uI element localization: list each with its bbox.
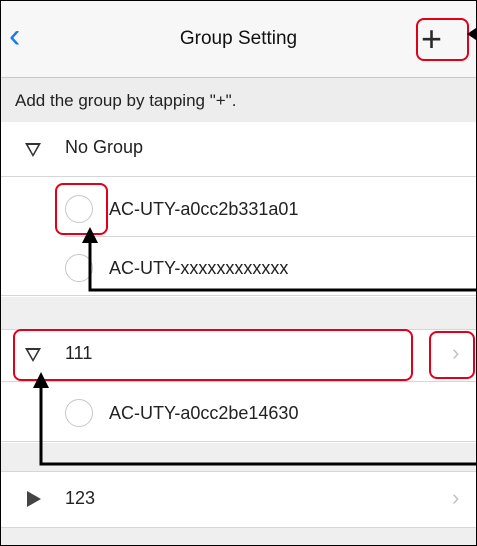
- arrow-head-icon: [467, 28, 476, 40]
- screen: ‹ Group Setting + Add the group by tappi…: [0, 0, 477, 546]
- annotation-arrows: [33, 28, 476, 466]
- arrow-head-icon: [82, 227, 98, 243]
- arrow-head-icon: [33, 372, 49, 388]
